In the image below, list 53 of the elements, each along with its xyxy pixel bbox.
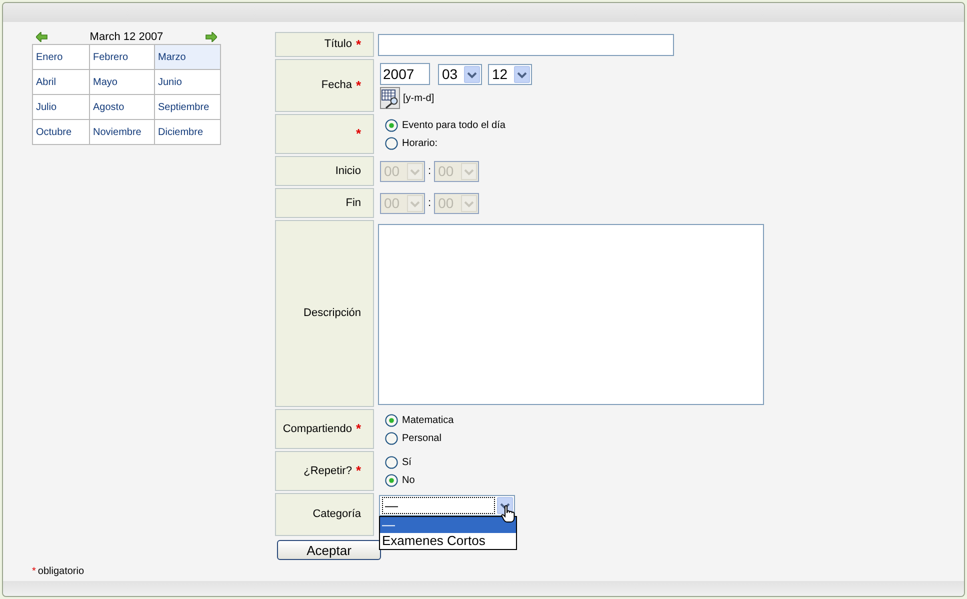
field-label: ¿Repetir?	[304, 464, 352, 479]
required-mark: *	[356, 36, 361, 54]
month-cell[interactable]: Febrero	[90, 45, 155, 70]
field-label: Compartiendo	[282, 422, 352, 437]
radio-button[interactable]	[385, 118, 398, 132]
text-field[interactable]	[378, 34, 674, 56]
right-arrow-icon[interactable]	[204, 32, 217, 42]
required-mark: *	[356, 462, 361, 480]
submit-button[interactable]: Aceptar	[277, 540, 381, 560]
month-cell[interactable]: Junio	[155, 70, 221, 95]
field-label: Descripción	[304, 306, 361, 322]
calendar-title: March 12 2007	[90, 30, 164, 45]
month-cell[interactable]: Marzo	[155, 45, 221, 70]
description-field[interactable]	[378, 224, 764, 405]
radio-label: Sí	[402, 456, 412, 470]
field-label: Fecha	[321, 78, 352, 94]
radio-button[interactable]	[385, 136, 398, 150]
calendar-icon[interactable]	[380, 87, 400, 109]
radio-label: Evento para todo el día	[402, 118, 506, 132]
month-cell[interactable]: Octubre	[33, 120, 90, 145]
required-mark: *	[356, 76, 361, 95]
month-cell[interactable]: Mayo	[90, 70, 155, 95]
required-mark: *	[32, 565, 36, 579]
field-label: Categoría	[312, 507, 361, 522]
radio-label: Horario:	[402, 136, 438, 150]
dropdown-option[interactable]: —	[380, 517, 516, 533]
required-mark: *	[356, 125, 361, 144]
month-cell[interactable]: Julio	[33, 95, 90, 120]
radio-label: Personal	[402, 432, 442, 446]
left-arrow-icon[interactable]	[36, 32, 48, 42]
month-cell[interactable]: Septiembre	[155, 95, 221, 120]
required-mark: *	[356, 420, 361, 438]
time-separator: :	[428, 164, 432, 179]
radio-label: No	[402, 474, 415, 488]
field-label: Inicio	[335, 164, 361, 179]
month-cell[interactable]: Abril	[33, 70, 90, 95]
radio-label: Matematica	[402, 414, 454, 428]
radio-button[interactable]	[385, 432, 398, 444]
month-cell[interactable]: Agosto	[90, 95, 155, 120]
month-cell[interactable]: Enero	[33, 45, 90, 70]
dropdown[interactable]: 03	[438, 64, 482, 84]
year-field[interactable]: 2007	[380, 63, 430, 85]
radio-button[interactable]	[385, 456, 398, 468]
month-cell[interactable]: Diciembre	[155, 120, 221, 145]
footnote: obligatorio	[38, 565, 84, 579]
month-cell[interactable]: Noviembre	[90, 120, 155, 145]
time-separator: :	[428, 196, 432, 211]
format-hint: [y-m-d]	[403, 92, 434, 106]
radio-button[interactable]	[385, 414, 398, 426]
field-label: Fin	[346, 196, 361, 211]
field-label: Título	[324, 37, 352, 52]
radio-button[interactable]	[385, 474, 398, 486]
dropdown[interactable]: 12	[488, 64, 532, 84]
